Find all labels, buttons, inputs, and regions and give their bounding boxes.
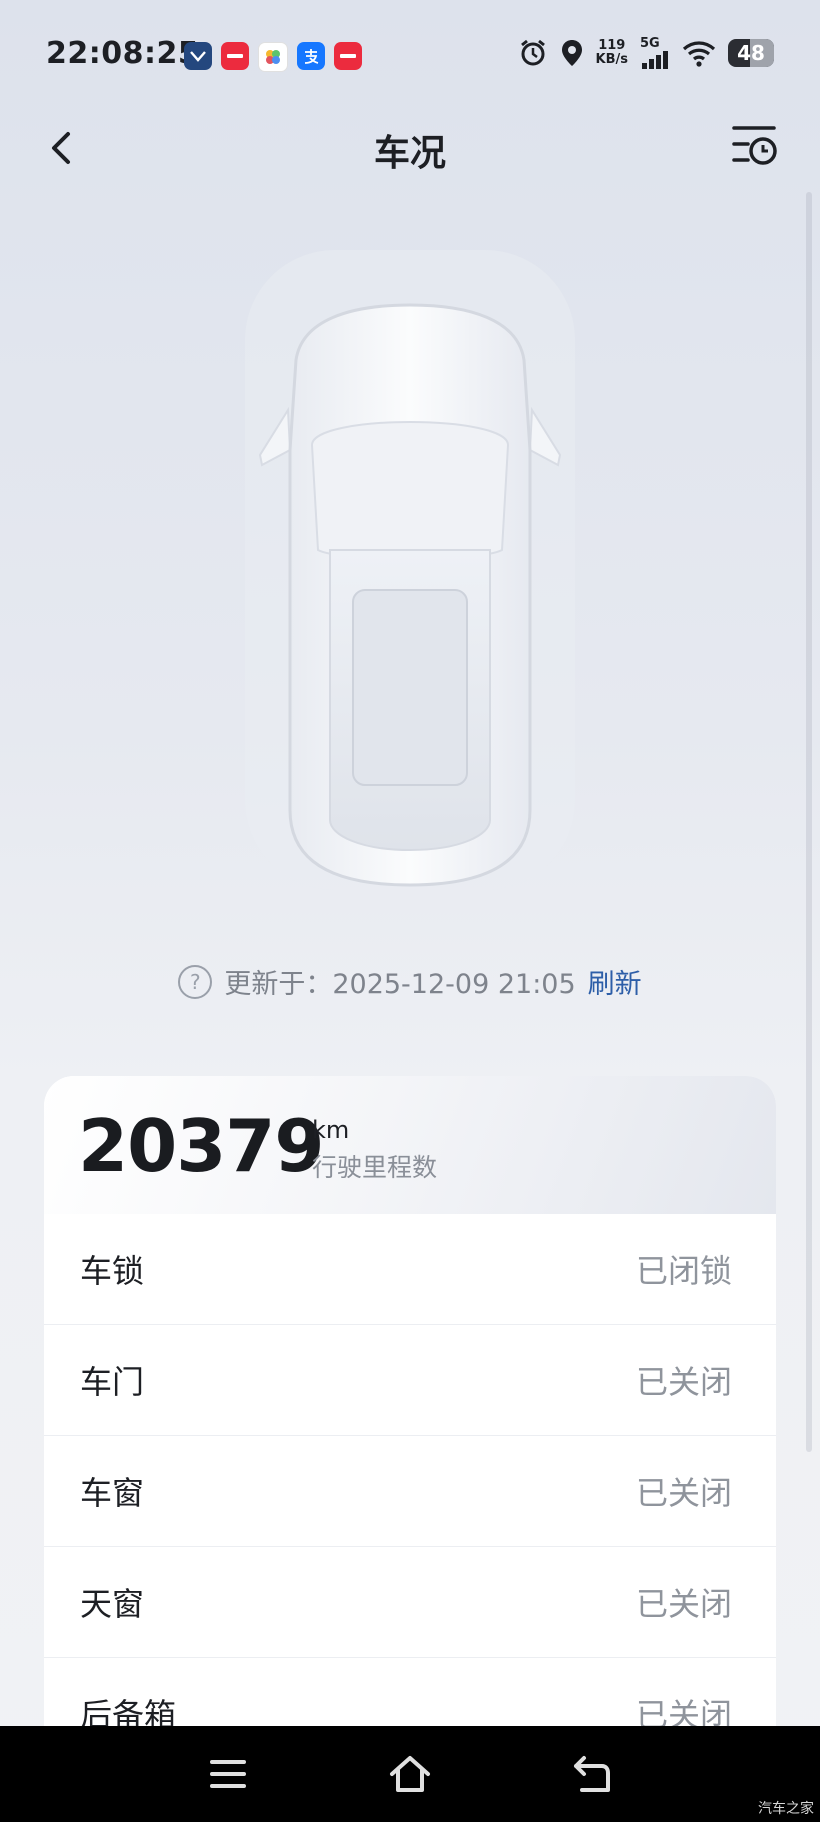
clock: 22:08:25 bbox=[46, 36, 200, 71]
watermark: 汽车之家 bbox=[758, 1801, 814, 1817]
car-top-view-image bbox=[245, 250, 575, 890]
update-status: ? 更新于：2025-12-09 21:05 刷新 bbox=[0, 962, 820, 1001]
system-nav-bar: 汽车之家 bbox=[0, 1726, 820, 1822]
wifi-icon bbox=[682, 40, 716, 67]
refresh-link[interactable]: 刷新 bbox=[588, 962, 642, 1001]
scrollbar[interactable] bbox=[806, 192, 812, 1452]
alipay-icon bbox=[297, 42, 325, 70]
net-speed: 119 KB/s bbox=[595, 37, 628, 67]
status-value: 已关闭 bbox=[635, 1363, 732, 1401]
photos-app-icon bbox=[258, 42, 288, 72]
status-row-lock: 车锁 已闭锁 bbox=[44, 1214, 776, 1325]
xiaohongshu-icon bbox=[221, 42, 249, 70]
alarm-icon bbox=[520, 39, 545, 65]
menu-icon[interactable] bbox=[204, 1750, 252, 1798]
update-time-text: 更新于：2025-12-09 21:05 bbox=[224, 969, 576, 1000]
notification-icons bbox=[184, 42, 362, 72]
help-question-icon[interactable]: ? bbox=[178, 964, 213, 999]
signal-bars-icon bbox=[642, 51, 668, 69]
status-row-doors: 车门 已关闭 bbox=[44, 1325, 776, 1436]
cell-signal: 5G bbox=[640, 36, 670, 69]
status-value: 已闭锁 bbox=[635, 1252, 732, 1290]
vehicle-status-card: 20379 km 行驶里程数 车锁 已闭锁 车门 已关闭 车窗 已关闭 天窗 已… bbox=[44, 1076, 776, 1748]
mileage-unit: km bbox=[312, 1116, 350, 1144]
status-label: 车门 bbox=[80, 1363, 145, 1401]
status-label: 车窗 bbox=[80, 1474, 145, 1512]
history-list-icon[interactable] bbox=[730, 120, 780, 170]
status-label: 天窗 bbox=[80, 1585, 145, 1623]
status-row-sunroof: 天窗 已关闭 bbox=[44, 1547, 776, 1658]
changan-app-icon bbox=[184, 42, 212, 70]
nav-bar: 车况 bbox=[0, 110, 820, 190]
location-icon bbox=[561, 39, 582, 66]
back-nav-icon[interactable] bbox=[568, 1750, 616, 1798]
mileage-header: 20379 km 行驶里程数 bbox=[44, 1076, 776, 1214]
page-title: 车况 bbox=[373, 133, 446, 174]
status-bar: 22:08:25 119 KB/s 5G 48 bbox=[0, 0, 820, 110]
system-icons: 119 KB/s 5G 48 bbox=[518, 36, 774, 69]
status-value: 已关闭 bbox=[635, 1474, 732, 1512]
status-label: 车锁 bbox=[80, 1252, 145, 1290]
battery-indicator: 48 bbox=[728, 38, 774, 67]
status-row-windows: 车窗 已关闭 bbox=[44, 1436, 776, 1547]
xiaohongshu-icon bbox=[334, 42, 362, 70]
mileage-label: 行驶里程数 bbox=[312, 1153, 438, 1182]
home-icon[interactable] bbox=[386, 1750, 434, 1798]
mileage-value: 20379 bbox=[78, 1104, 324, 1188]
status-value: 已关闭 bbox=[635, 1585, 732, 1623]
